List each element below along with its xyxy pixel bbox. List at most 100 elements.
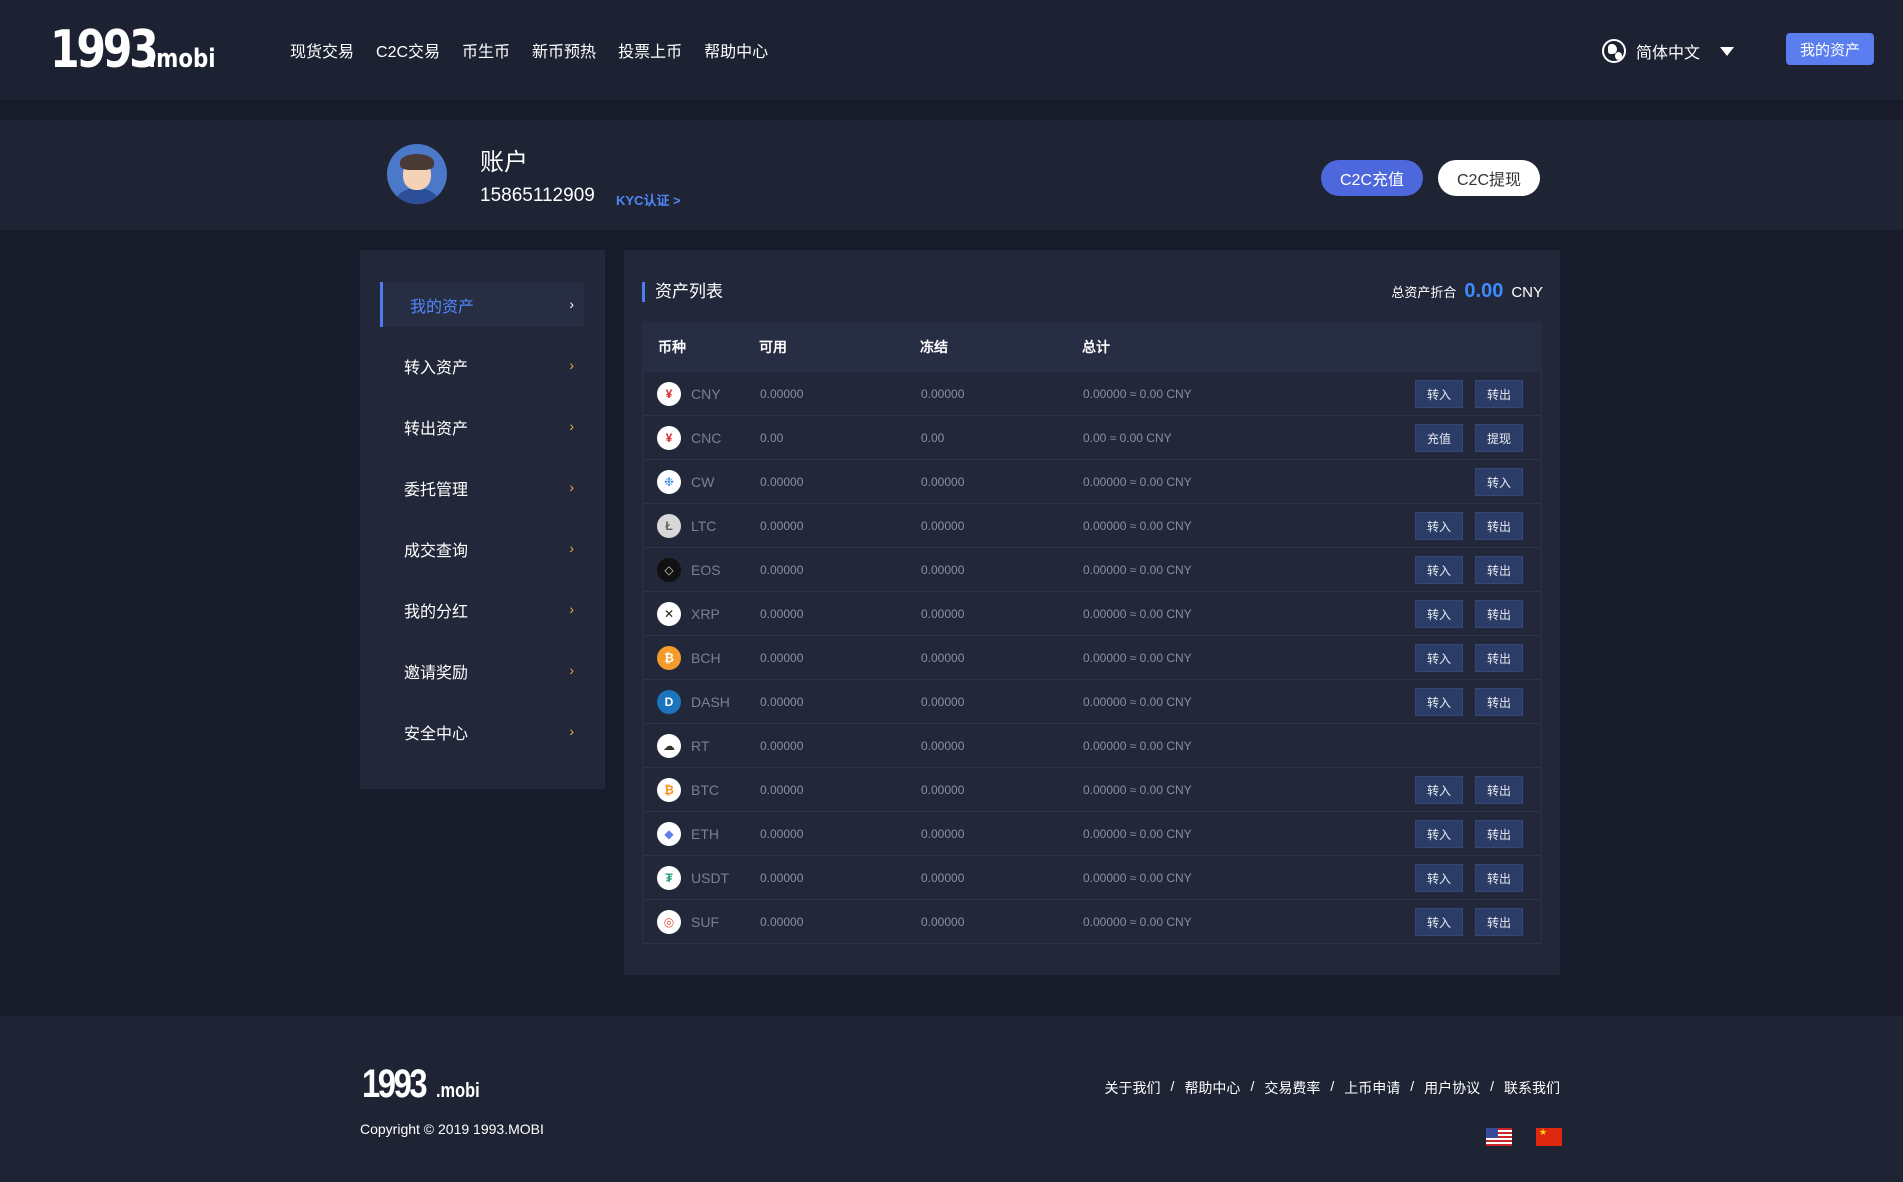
coin-symbol: ETH (691, 825, 719, 842)
row-actions: 转入 转出 (1415, 644, 1523, 672)
footer-logo-main: 1993 (362, 1062, 428, 1106)
coin-symbol: USDT (691, 869, 730, 886)
logo-main: 1993 (50, 20, 159, 80)
column-header-available: 可用 (759, 339, 787, 355)
footer-link-fee-rates[interactable]: 交易费率 (1264, 1078, 1320, 1098)
sidebar-item-security-center[interactable]: 安全中心 › (380, 709, 584, 754)
withdraw-button[interactable]: 转出 (1475, 776, 1523, 804)
deposit-button[interactable]: 转入 (1415, 864, 1463, 892)
chevron-right-icon: › (569, 296, 574, 312)
coin-cell: ✕ XRP (643, 601, 760, 626)
coin-symbol: XRP (691, 605, 720, 622)
total-balance: 0.00000 ≈ 0.00 CNY (1083, 606, 1192, 621)
coin-cell: ◎ SUF (643, 909, 760, 934)
chevron-right-icon: › (569, 601, 574, 617)
deposit-button[interactable]: 转入 (1415, 820, 1463, 848)
frozen-balance: 0.00000 (921, 606, 965, 621)
nav-vote-listing[interactable]: 投票上币 (618, 38, 682, 62)
recharge-button[interactable]: 充值 (1415, 424, 1463, 452)
total-balance: 0.00000 ≈ 0.00 CNY (1083, 782, 1192, 797)
nav-spot-trading[interactable]: 现货交易 (290, 38, 354, 62)
withdraw-button[interactable]: 转出 (1475, 600, 1523, 628)
withdraw-button[interactable]: 转出 (1475, 820, 1523, 848)
withdraw-button[interactable]: 转出 (1475, 864, 1523, 892)
total-assets-label: 总资产折合 (1391, 285, 1457, 300)
c2c-deposit-button[interactable]: C2C充值 (1321, 160, 1423, 196)
frozen-balance: 0.00000 (921, 562, 965, 577)
china-flag-icon[interactable] (1536, 1127, 1562, 1146)
sidebar-item-my-assets[interactable]: 我的资产 › (380, 282, 584, 327)
withdraw-button[interactable]: 转出 (1475, 908, 1523, 936)
cash-out-button[interactable]: 提现 (1475, 424, 1523, 452)
site-logo[interactable]: 1993 .mobi (50, 20, 216, 80)
coin-cell: ₮ USDT (643, 865, 760, 890)
total-balance: 0.00000 ≈ 0.00 CNY (1083, 474, 1192, 489)
deposit-button[interactable]: 转入 (1415, 512, 1463, 540)
sidebar-item-trade-history[interactable]: 成交查询 › (380, 526, 584, 571)
my-assets-button[interactable]: 我的资产 (1786, 33, 1874, 65)
sidebar-item-order-management[interactable]: 委托管理 › (380, 465, 584, 510)
deposit-button[interactable]: 转入 (1415, 380, 1463, 408)
nav-coin-to-coin[interactable]: 币生币 (462, 38, 510, 62)
yuan-icon: ¥ (657, 425, 681, 450)
withdraw-button[interactable]: 转出 (1475, 556, 1523, 584)
avatar (387, 144, 447, 204)
deposit-button[interactable]: 转入 (1415, 776, 1463, 804)
table-row: D DASH 0.00000 0.00000 0.00000 ≈ 0.00 CN… (642, 680, 1542, 724)
footer-logo-suffix: .mobi (436, 1080, 480, 1102)
footer-link-about-us[interactable]: 关于我们 (1105, 1078, 1161, 1098)
deposit-button[interactable]: 转入 (1415, 600, 1463, 628)
sidebar-item-invite-rewards[interactable]: 邀请奖励 › (380, 648, 584, 693)
deposit-button[interactable]: 转入 (1415, 908, 1463, 936)
yuan-icon: ¥ (657, 381, 681, 406)
sidebar-item-withdraw-assets[interactable]: 转出资产 › (380, 404, 584, 449)
deposit-button[interactable]: 转入 (1415, 688, 1463, 716)
sidebar-item-label: 安全中心 (404, 725, 469, 743)
language-flags (1486, 1127, 1562, 1146)
table-header: 币种 可用 冻结 总计 (642, 322, 1542, 372)
frozen-balance: 0.00000 (921, 650, 965, 665)
nav-new-coin-preheat[interactable]: 新币预热 (532, 38, 596, 62)
footer-link-listing-application[interactable]: 上币申请 (1344, 1078, 1400, 1098)
link-separator: / (1490, 1078, 1494, 1094)
frozen-balance: 0.00000 (921, 782, 965, 797)
row-actions: 转入 转出 (1415, 600, 1523, 628)
available-balance: 0.00000 (760, 606, 804, 621)
withdraw-button[interactable]: 转出 (1475, 512, 1523, 540)
nav-c2c-trading[interactable]: C2C交易 (376, 38, 440, 62)
deposit-button[interactable]: 转入 (1415, 644, 1463, 672)
kyc-verification-link[interactable]: KYC认证 > (616, 190, 681, 209)
column-header-coin: 币种 (658, 339, 686, 355)
available-balance: 0.00 (760, 430, 784, 445)
withdraw-button[interactable]: 转出 (1475, 644, 1523, 672)
table-row: ✕ XRP 0.00000 0.00000 0.00000 ≈ 0.00 CNY… (642, 592, 1542, 636)
sidebar-item-label: 我的分红 (404, 603, 469, 621)
footer-logo[interactable]: 1993 .mobi (362, 1062, 480, 1107)
deposit-button[interactable]: 转入 (1415, 556, 1463, 584)
sidebar-item-label: 邀请奖励 (404, 664, 469, 682)
total-balance: 0.00000 ≈ 0.00 CNY (1083, 914, 1192, 929)
link-separator: / (1170, 1078, 1175, 1094)
coin-symbol: EOS (691, 561, 721, 578)
available-balance: 0.00000 (760, 694, 804, 709)
deposit-button[interactable]: 转入 (1475, 468, 1523, 496)
language-selector[interactable]: 简体中文 (1602, 39, 1735, 63)
sidebar-item-deposit-assets[interactable]: 转入资产 › (380, 343, 584, 388)
table-row: ◆ ETH 0.00000 0.00000 0.00000 ≈ 0.00 CNY… (642, 812, 1542, 856)
footer-link-contact-us[interactable]: 联系我们 (1504, 1078, 1560, 1098)
nav-help-center[interactable]: 帮助中心 (704, 38, 768, 62)
coin-cell: D DASH (643, 689, 760, 714)
coin-cell: ₿ BCH (643, 645, 760, 670)
sidebar-item-my-dividends[interactable]: 我的分红 › (380, 587, 584, 632)
asset-list-panel: 资产列表 总资产折合 0.00 CNY 币种 可用 冻结 总计 ¥ CNY 0.… (624, 250, 1560, 975)
footer-link-help-center[interactable]: 帮助中心 (1184, 1078, 1240, 1098)
total-balance: 0.00000 ≈ 0.00 CNY (1083, 826, 1192, 841)
footer-link-user-agreement[interactable]: 用户协议 (1424, 1078, 1480, 1098)
main-nav: 现货交易 C2C交易 币生币 新币预热 投票上币 帮助中心 (290, 38, 768, 62)
available-balance: 0.00000 (760, 738, 804, 753)
us-flag-icon[interactable] (1486, 1128, 1512, 1146)
litecoin-icon: Ł (657, 513, 681, 538)
withdraw-button[interactable]: 转出 (1475, 688, 1523, 716)
withdraw-button[interactable]: 转出 (1475, 380, 1523, 408)
c2c-withdraw-button[interactable]: C2C提现 (1438, 160, 1540, 196)
